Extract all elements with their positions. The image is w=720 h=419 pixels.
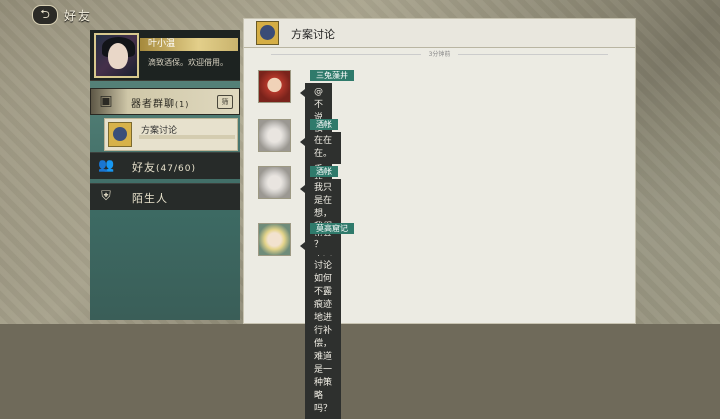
tab-strangers-label: 陌生人 <box>132 192 168 205</box>
profile-name: 叶小温 <box>140 38 238 51</box>
profile-signature: 滴致酒保。欢迎借用。 <box>148 58 228 67</box>
message-avatar[interactable] <box>258 223 291 256</box>
tab-friends-count: (47/60) <box>156 164 196 174</box>
avatar[interactable] <box>94 33 139 78</box>
group-chat-section[interactable]: ▣ 器者群聊(1) 筛 <box>90 88 240 115</box>
group-item-underline <box>139 135 235 139</box>
message-sender: 三兔藻井 <box>310 70 354 81</box>
tab-strangers[interactable]: ⛨ 陌生人 <box>90 183 240 210</box>
message-sender: 酒帐 <box>310 166 338 177</box>
filter-icon[interactable]: 筛 <box>217 95 233 109</box>
message-sender: 酒帐 <box>310 119 338 130</box>
group-item-fangan[interactable]: 方案讨论 <box>104 118 238 151</box>
chat-group-avatar-icon <box>256 21 279 45</box>
chat-panel: 方案讨论 3分钟前 三兔藻井 @不说话装高手的账本 酒帐 在在在。 酒帐 我只是… <box>243 18 636 419</box>
message-sender: 莫高窟记 <box>310 223 354 234</box>
chat-header: 方案讨论 <box>244 19 635 48</box>
back-button[interactable]: ⮌ <box>32 5 58 25</box>
message-avatar[interactable] <box>258 119 291 152</box>
message-bubble: 我只是在想，我们当着本人讨论如何不露痕迹地进 行补偿，难道是一种策略吗？ <box>300 179 341 419</box>
message-avatar[interactable] <box>258 70 291 103</box>
tab-friends-label: 好友 <box>132 161 156 174</box>
group-chat-icon: ▣ <box>99 93 113 109</box>
tab-friends[interactable]: 👥 好友(47/60) <box>90 152 240 179</box>
message-line: 行补偿，难道是一种策略吗？ <box>314 326 333 414</box>
back-icon: ⮌ <box>40 6 50 21</box>
message-bubble: ？ <box>299 236 333 255</box>
time-separator: 3分钟前 <box>244 49 635 58</box>
page-title: 好友 <box>64 8 93 23</box>
stranger-icon: ⛨ <box>101 189 111 204</box>
profile-card[interactable]: 叶小温 滴致酒保。欢迎借用。 <box>90 30 240 81</box>
group-avatar-icon <box>108 122 132 147</box>
friends-icon: 👥 <box>98 158 115 173</box>
top-bar: ⮌ 好友 <box>32 5 93 25</box>
message-avatar[interactable] <box>258 166 291 199</box>
group-section-count: (1) <box>175 100 190 109</box>
group-section-label: 器者群聊 <box>131 99 175 110</box>
chat-title: 方案讨论 <box>291 28 335 41</box>
message-bubble: 在在在。 <box>300 132 341 164</box>
